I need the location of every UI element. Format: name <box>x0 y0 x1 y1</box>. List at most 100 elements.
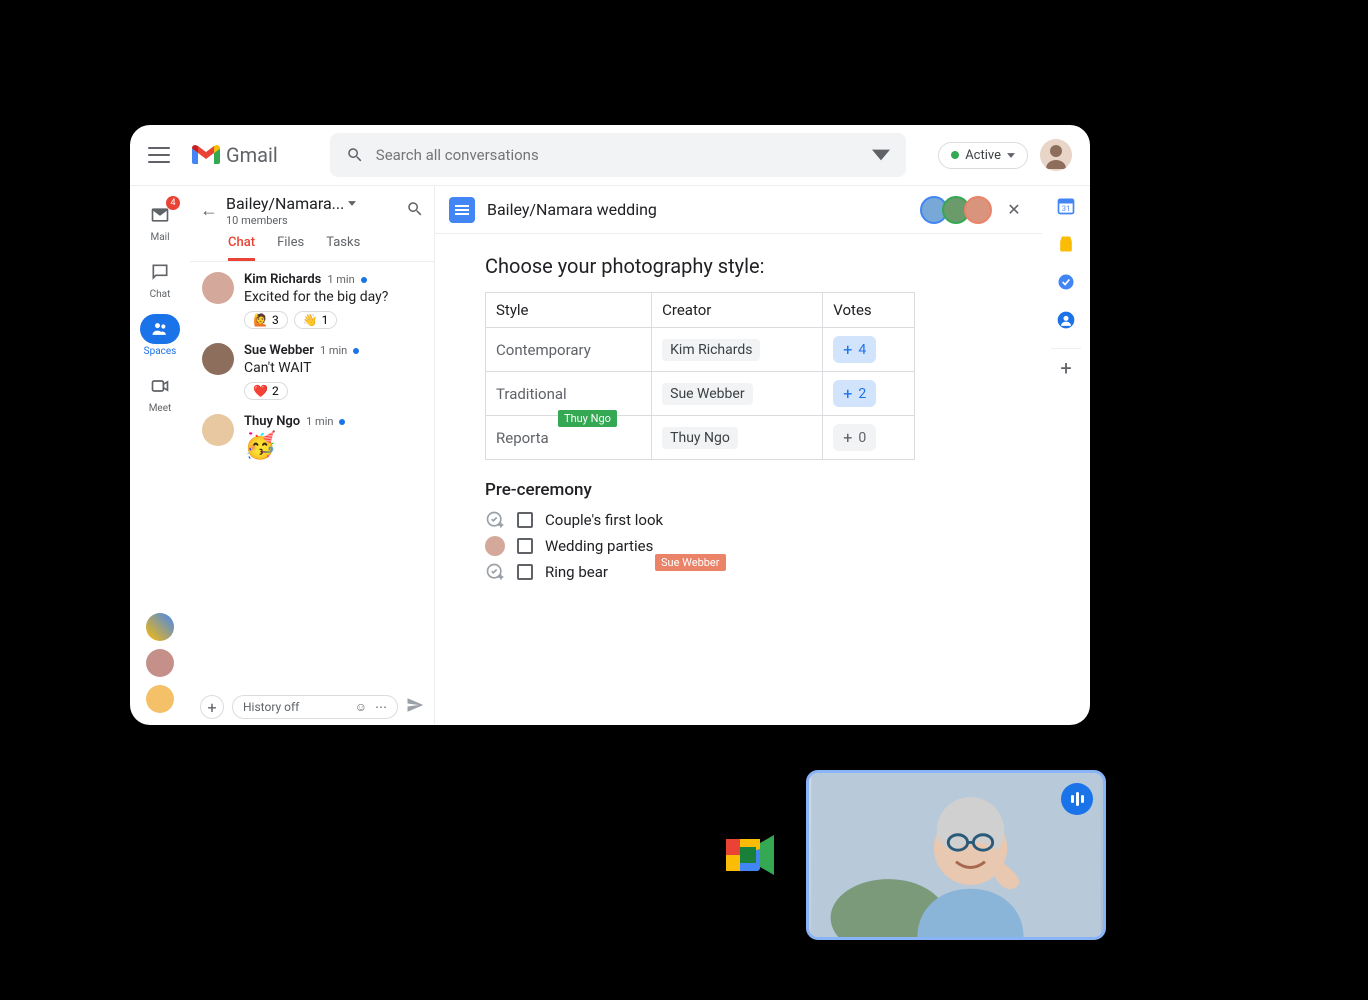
main-menu-button[interactable] <box>148 144 170 166</box>
tasks-icon[interactable] <box>1056 272 1076 292</box>
audio-activity-indicator <box>1061 783 1093 815</box>
contacts-icon[interactable] <box>1056 310 1076 330</box>
send-button[interactable] <box>406 696 424 718</box>
assignee-avatar[interactable] <box>485 536 505 556</box>
main-body: 4 Mail Chat Spaces Meet <box>130 185 1090 725</box>
video-call-tile[interactable] <box>806 770 1106 940</box>
status-selector[interactable]: Active <box>938 142 1028 169</box>
search-box[interactable] <box>330 133 906 177</box>
message-emoji: 🥳 <box>244 431 422 461</box>
doc-header: Bailey/Namara wedding ✕ <box>435 186 1042 234</box>
search-input[interactable] <box>376 146 860 164</box>
message-item: Thuy Ngo1 min 🥳 <box>202 414 422 461</box>
doc-heading: Choose your photography style: <box>485 254 992 278</box>
close-doc-button[interactable]: ✕ <box>1000 196 1028 224</box>
compose-input[interactable]: History off ☺ ⋯ <box>232 695 398 719</box>
rail-avatar[interactable] <box>146 685 174 713</box>
svg-text:31: 31 <box>1062 204 1070 213</box>
send-icon <box>406 696 424 714</box>
message-text: Can't WAIT <box>244 360 422 376</box>
reaction-chip[interactable]: 🙋3 <box>244 311 288 329</box>
emoji-picker-icon[interactable]: ☺ <box>355 700 367 714</box>
table-row: Contemporary Kim Richards +4 <box>486 328 915 372</box>
gmail-logo[interactable]: Gmail <box>192 143 278 167</box>
user-chip[interactable]: Thuy Ngo <box>662 427 738 449</box>
docs-icon <box>449 197 475 223</box>
nav-rail: 4 Mail Chat Spaces Meet <box>130 186 190 725</box>
rail-avatar[interactable] <box>146 649 174 677</box>
rail-avatar[interactable] <box>146 613 174 641</box>
assign-icon[interactable] <box>485 562 505 582</box>
unread-dot <box>339 419 345 425</box>
search-options-icon[interactable] <box>872 146 890 164</box>
account-avatar[interactable] <box>1040 139 1072 171</box>
checklist-text: Couple's first look <box>545 511 663 529</box>
vote-button[interactable]: +2 <box>833 380 876 407</box>
meet-icon <box>150 376 170 396</box>
checklist-text: Ring bear <box>545 563 608 581</box>
checklist-item[interactable]: Ring bear Sue Webber <box>485 562 992 582</box>
unread-dot <box>361 277 367 283</box>
table-header: Creator <box>652 293 823 328</box>
presence-avatars[interactable] <box>920 196 992 224</box>
search-icon <box>406 200 424 218</box>
checklist-item[interactable]: Wedding parties <box>485 536 992 556</box>
vote-button[interactable]: +0 <box>833 424 876 451</box>
chevron-down-icon <box>1007 153 1015 158</box>
sender-avatar[interactable] <box>202 272 234 304</box>
checklist-text: Wedding parties <box>545 537 653 555</box>
meet-overlay <box>720 770 1106 940</box>
doc-title[interactable]: Bailey/Namara wedding <box>487 200 657 219</box>
unread-dot <box>353 348 359 354</box>
google-meet-logo <box>720 825 780 885</box>
chevron-down-icon[interactable] <box>348 201 356 206</box>
app-name: Gmail <box>226 143 278 167</box>
space-title[interactable]: Bailey/Namara... <box>226 194 344 213</box>
add-attachment-button[interactable]: + <box>200 695 224 719</box>
sender-avatar[interactable] <box>202 414 234 446</box>
checkbox[interactable] <box>517 564 533 580</box>
nav-mail[interactable]: 4 Mail <box>134 196 186 247</box>
side-panel-rail: 31 + <box>1042 186 1090 725</box>
message-list: Kim Richards1 min Excited for the big da… <box>190 262 434 689</box>
gmail-icon <box>192 144 220 166</box>
back-button[interactable]: ← <box>200 200 218 221</box>
assign-icon[interactable] <box>485 510 505 530</box>
mail-icon <box>150 205 170 225</box>
sender-avatar[interactable] <box>202 343 234 375</box>
tab-chat[interactable]: Chat <box>228 235 255 261</box>
active-status-dot <box>951 151 959 159</box>
chat-panel: ← Bailey/Namara... 10 members Chat Files… <box>190 186 435 725</box>
checkbox[interactable] <box>517 538 533 554</box>
table-header: Votes <box>823 293 915 328</box>
reaction-chip[interactable]: ❤️2 <box>244 382 288 400</box>
checkbox[interactable] <box>517 512 533 528</box>
mail-badge: 4 <box>166 196 180 210</box>
nav-chat[interactable]: Chat <box>134 253 186 304</box>
table-header: Style <box>486 293 652 328</box>
calendar-icon[interactable]: 31 <box>1056 196 1076 216</box>
video-participant <box>809 773 1103 937</box>
user-chip[interactable]: Kim Richards <box>662 339 760 361</box>
checklist-item[interactable]: Couple's first look <box>485 510 992 530</box>
tab-tasks[interactable]: Tasks <box>326 235 360 261</box>
chat-icon <box>150 262 170 282</box>
rail-recent-avatars <box>146 613 174 713</box>
compose-row: + History off ☺ ⋯ <box>190 689 434 725</box>
member-count[interactable]: 10 members <box>226 214 356 227</box>
collab-cursor: Thuy Ngo <box>558 410 617 427</box>
keep-icon[interactable] <box>1056 234 1076 254</box>
message-item: Kim Richards1 min Excited for the big da… <box>202 272 422 329</box>
vote-button[interactable]: +4 <box>833 336 876 363</box>
doc-body[interactable]: Choose your photography style: Style Cre… <box>435 234 1042 725</box>
tab-files[interactable]: Files <box>277 235 304 261</box>
chat-search-button[interactable] <box>406 200 424 222</box>
nav-meet[interactable]: Meet <box>134 367 186 418</box>
message-item: Sue Webber1 min Can't WAIT ❤️2 <box>202 343 422 400</box>
more-options-icon[interactable]: ⋯ <box>375 700 387 714</box>
user-chip[interactable]: Sue Webber <box>662 383 752 405</box>
chat-header: ← Bailey/Namara... 10 members <box>190 186 434 231</box>
nav-spaces[interactable]: Spaces <box>134 310 186 361</box>
get-addons-button[interactable]: + <box>1051 348 1081 368</box>
reaction-chip[interactable]: 👋1 <box>294 311 338 329</box>
